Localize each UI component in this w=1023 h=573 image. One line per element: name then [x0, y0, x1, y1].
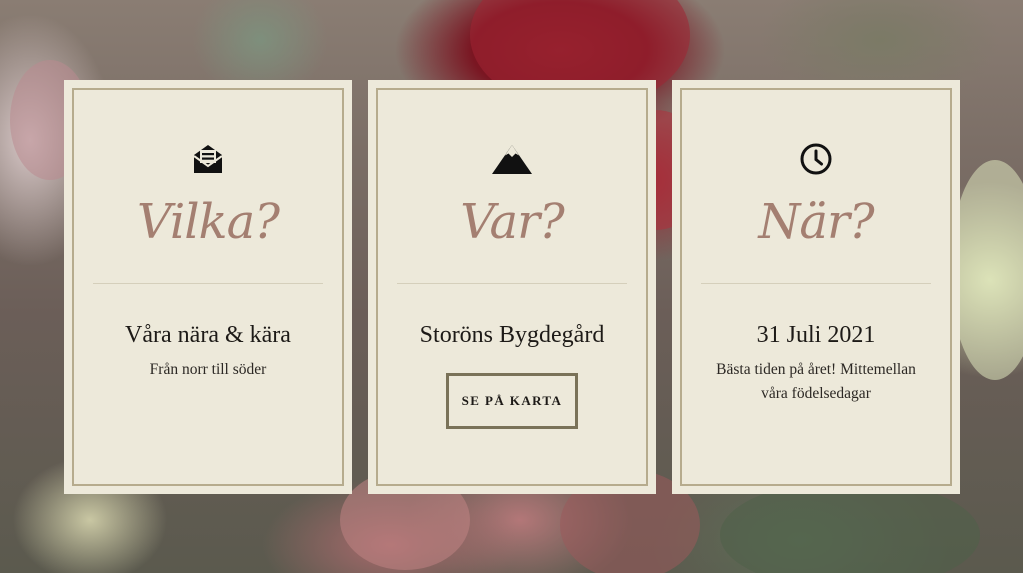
card-heading: Vilka?: [137, 194, 280, 250]
card-heading: När?: [758, 194, 874, 250]
card-where: Var? Storöns Bygdegård SE PÅ KARTA: [368, 80, 656, 494]
card-subtitle: Bästa tiden på året! Mittemellan våra fö…: [716, 361, 916, 402]
mountain-icon: [368, 142, 656, 176]
divider: [397, 283, 627, 284]
card-title: 31 Juli 2021: [756, 322, 876, 348]
card-title: Våra nära & kära: [125, 322, 291, 348]
card-when: När? 31 Juli 2021 Bästa tiden på året! M…: [672, 80, 960, 494]
card-subtitle: Från norr till söder: [149, 361, 267, 378]
clock-icon: [672, 142, 960, 176]
divider: [701, 283, 931, 284]
card-title: Storöns Bygdegård: [419, 322, 605, 348]
divider: [93, 283, 323, 284]
envelope-open-icon: [64, 142, 352, 176]
card-heading: Var?: [460, 194, 565, 250]
view-map-button[interactable]: SE PÅ KARTA: [446, 373, 578, 429]
card-who: Vilka? Våra nära & kära Från norr till s…: [64, 80, 352, 494]
